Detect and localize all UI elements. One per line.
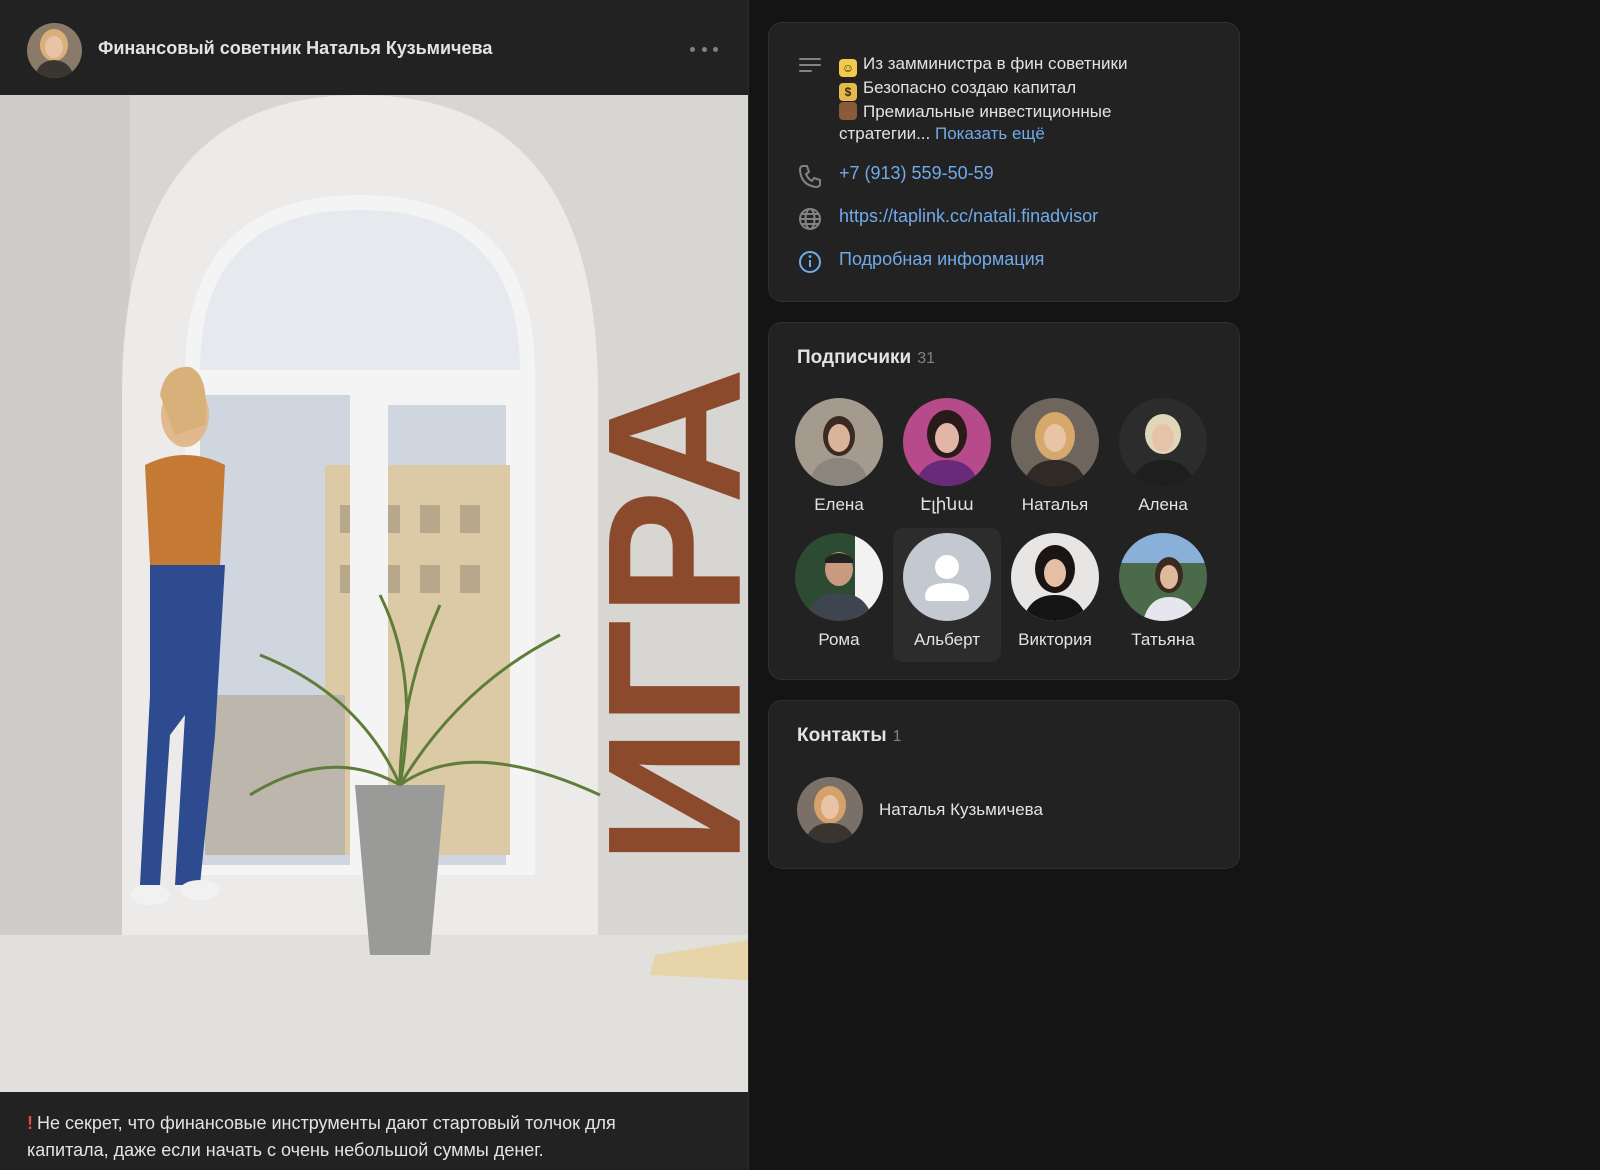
- exclamation-icon: !: [27, 1113, 33, 1133]
- post-photo[interactable]: ИГРА: [0, 95, 748, 1092]
- phone-link[interactable]: +7 (913) 559-50-59: [839, 163, 994, 184]
- contact-avatar: [797, 777, 863, 843]
- post-author-name[interactable]: Финансовый советник Наталья Кузьмичева: [98, 38, 492, 59]
- contact-item[interactable]: Наталья Кузьмичева: [797, 777, 1043, 843]
- follower-name: Альберт: [914, 630, 980, 649]
- followers-header[interactable]: Подписчики 31: [797, 347, 935, 369]
- more-options-icon[interactable]: [690, 38, 718, 60]
- follower-item[interactable]: Наталья: [1001, 393, 1109, 527]
- contacts-card: Контакты 1 Наталья Кузьмичева: [768, 700, 1240, 869]
- follower-name: Виктория: [1018, 630, 1092, 649]
- phone-row: +7 (913) 559-50-59: [797, 163, 994, 189]
- face-emoji-icon: ☺: [839, 59, 857, 77]
- follower-item[interactable]: Виктория: [1001, 528, 1109, 662]
- website-row: https://taplink.cc/natali.finadvisor: [797, 206, 1098, 232]
- description-row: ☺ Из замминистра в фин советники $ Безопас…: [797, 53, 1199, 145]
- details-link[interactable]: Подробная информация: [839, 249, 1044, 270]
- contacts-title: Контакты: [797, 725, 887, 746]
- follower-name: Елена: [814, 495, 864, 514]
- author-avatar[interactable]: [27, 23, 82, 78]
- description-line3: Премиальные инвестиционные: [863, 102, 1112, 121]
- contacts-count: 1: [892, 728, 902, 745]
- description-line4: стратегии...: [839, 124, 931, 143]
- post: Финансовый советник Наталья Кузьмичева И…: [0, 0, 748, 1170]
- column-divider: [748, 0, 749, 1170]
- contacts-header[interactable]: Контакты 1: [797, 725, 902, 747]
- follower-avatar: [903, 398, 991, 486]
- post-text-line1: Не секрет, что финансовые инструменты да…: [37, 1113, 616, 1133]
- follower-name: Алена: [1138, 495, 1188, 514]
- follower-item[interactable]: Татьяна: [1109, 528, 1217, 662]
- details-row: Подробная информация: [797, 249, 1044, 275]
- website-link[interactable]: https://taplink.cc/natali.finadvisor: [839, 206, 1098, 227]
- globe-icon: [797, 206, 823, 232]
- post-text-line2: капитала, даже если начать с очень небол…: [27, 1140, 544, 1160]
- follower-item[interactable]: Альберт: [893, 528, 1001, 662]
- follower-avatar: [1011, 533, 1099, 621]
- follower-avatar: [1011, 398, 1099, 486]
- follower-avatar: [1119, 533, 1207, 621]
- briefcase-emoji-icon: [839, 102, 857, 120]
- followers-count: 31: [917, 350, 936, 367]
- follower-name: Էլինա: [920, 495, 974, 514]
- money-bag-emoji-icon: $: [839, 83, 857, 101]
- followers-title: Подписчики: [797, 347, 912, 368]
- description-text: ☺ Из замминистра в фин советники $ Безопас…: [839, 53, 1199, 145]
- default-avatar-icon: [903, 533, 991, 621]
- description-icon: [797, 53, 823, 79]
- follower-item[interactable]: Елена: [785, 393, 893, 527]
- description-line2: Безопасно создаю капитал: [863, 78, 1077, 97]
- info-icon: [797, 249, 823, 275]
- follower-name: Рома: [818, 630, 860, 649]
- description-line1: Из замминистра в фин советники: [863, 54, 1128, 73]
- show-more-link[interactable]: Показать ещё: [935, 124, 1045, 143]
- phone-icon: [797, 163, 823, 189]
- follower-avatar: [795, 398, 883, 486]
- follower-avatar: [795, 533, 883, 621]
- followers-card: Подписчики 31 Елена Էլինա Наталья Алена Р…: [768, 322, 1240, 680]
- follower-name: Татьяна: [1131, 630, 1195, 649]
- follower-name: Наталья: [1021, 495, 1089, 514]
- post-header: Финансовый советник Наталья Кузьмичева: [0, 0, 748, 95]
- contact-name: Наталья Кузьмичева: [879, 800, 1043, 819]
- post-text: ! Не секрет, что финансовые инструменты д…: [27, 1110, 727, 1164]
- follower-item[interactable]: Алена: [1109, 393, 1217, 527]
- follower-item[interactable]: Էլինա: [893, 393, 1001, 527]
- info-card: ☺ Из замминистра в фин советники $ Безопас…: [768, 22, 1240, 302]
- follower-item[interactable]: Рома: [785, 528, 893, 662]
- follower-avatar: [1119, 398, 1207, 486]
